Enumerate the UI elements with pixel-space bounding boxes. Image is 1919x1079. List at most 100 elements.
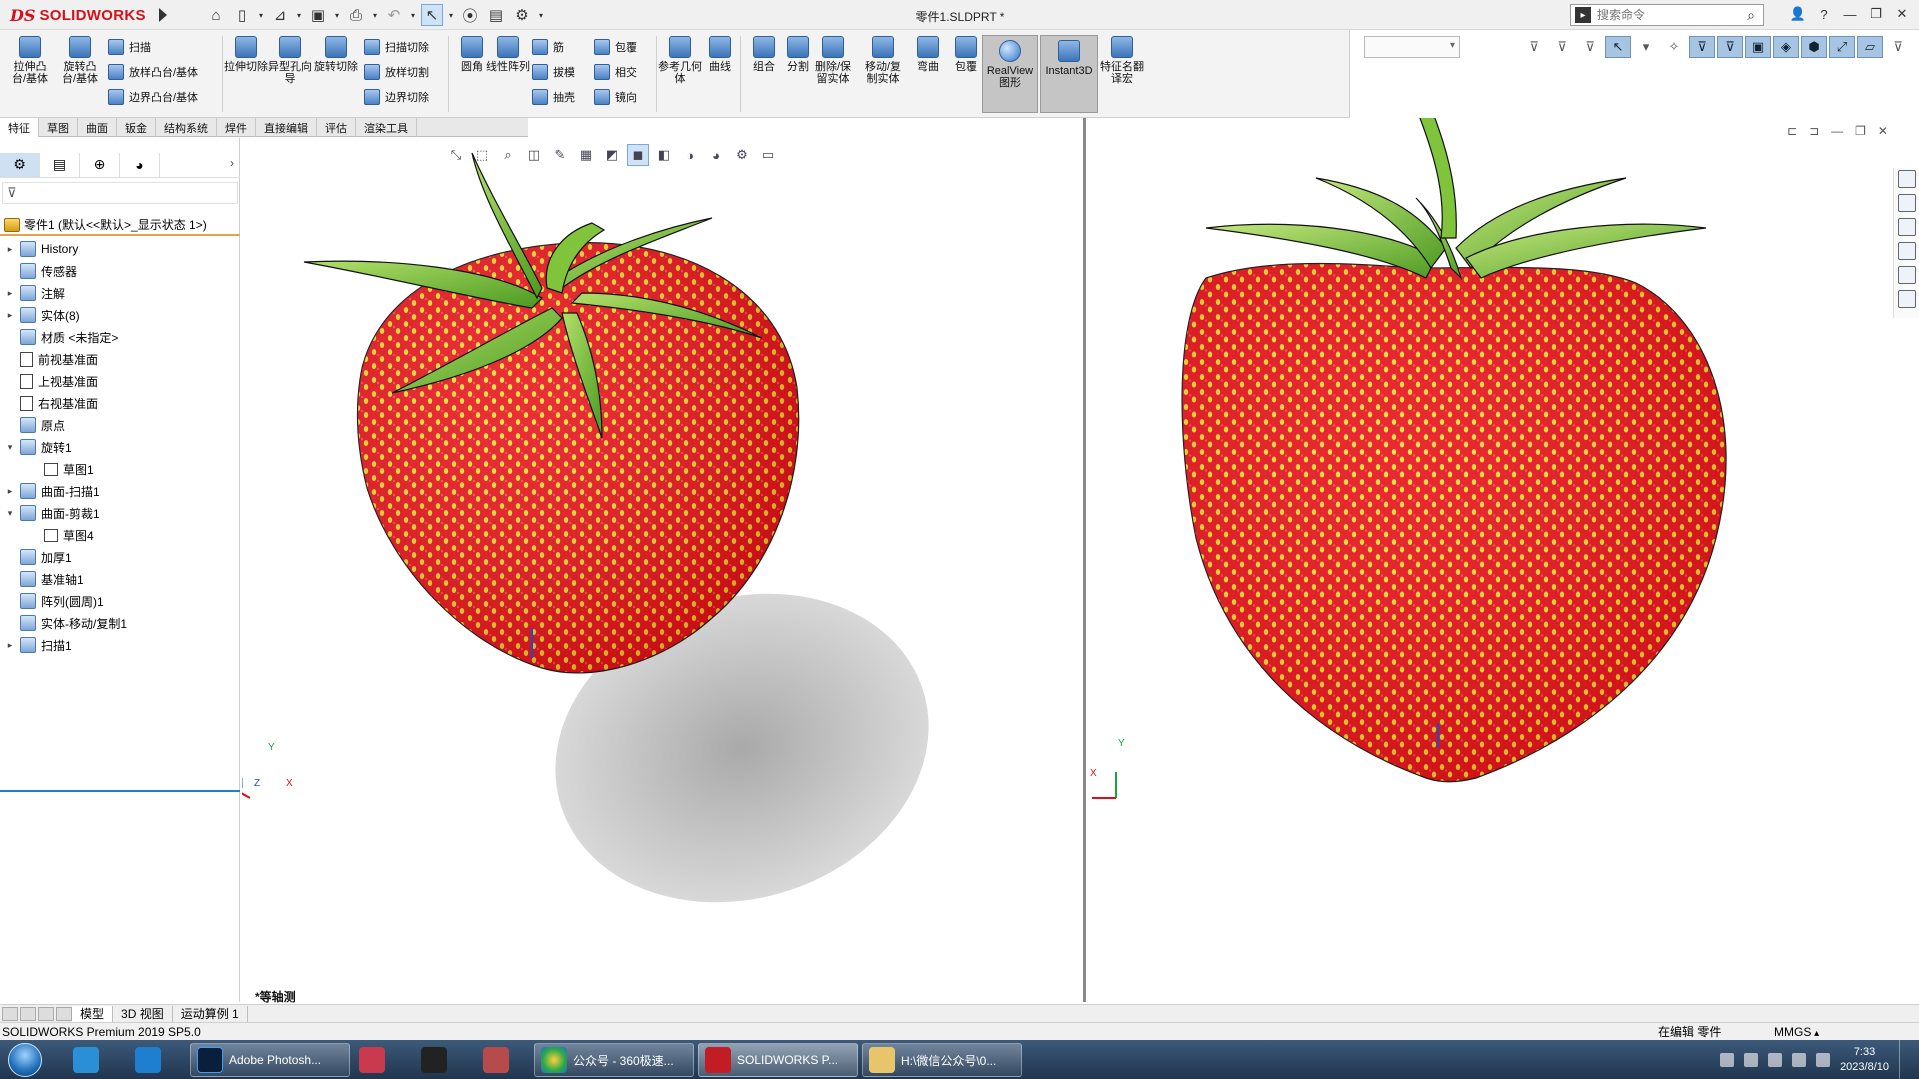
lofted-cut-button[interactable]: 放样切割	[364, 61, 429, 83]
tab-render-tools[interactable]: 渲染工具	[356, 118, 417, 137]
start-button[interactable]	[4, 1042, 46, 1077]
collapse-icon[interactable]: ▾	[4, 508, 16, 519]
revolve-boss-button[interactable]: 旋转凸台/基体	[58, 36, 102, 85]
rebuild-traffic-light-icon[interactable]: ⦿	[459, 4, 481, 26]
tree-item-sensors[interactable]: 传感器	[0, 260, 240, 282]
viewport-next-icon[interactable]: ⊐	[1809, 124, 1819, 138]
print-icon[interactable]: ⎙	[345, 4, 367, 26]
filter-more-icon[interactable]: ⊽	[1885, 36, 1911, 58]
search-commands-box[interactable]: ▸ ⌕	[1570, 4, 1764, 26]
new-dropdown-icon[interactable]: ▾	[257, 4, 265, 26]
filter-highlight-icon[interactable]: ⊽	[1577, 36, 1603, 58]
tree-item-sketch1[interactable]: 草图1	[0, 458, 240, 480]
tree-item-circular-pattern1[interactable]: 阵列(圆周)1	[0, 590, 240, 612]
viewport-restore-icon[interactable]: ❐	[1855, 124, 1866, 138]
filter-icon[interactable]: ⊽	[1521, 36, 1547, 58]
zoom-to-area-icon[interactable]: ⬚	[471, 144, 493, 166]
part-root-node[interactable]: 零件1 (默认<<默认>_显示状态 1>)	[4, 216, 207, 233]
wrap-button[interactable]: 包覆	[594, 36, 637, 58]
tray-expand-icon[interactable]	[1744, 1052, 1759, 1067]
taskbar-pinned-app-3[interactable]	[470, 1043, 522, 1077]
tab-features[interactable]: 特征	[0, 118, 39, 137]
design-library-icon[interactable]	[1897, 194, 1916, 212]
tree-item-axis1[interactable]: 基准轴1	[0, 568, 240, 590]
collapse-icon[interactable]: ▾	[4, 442, 16, 453]
viewport-close-icon[interactable]: ✕	[1878, 124, 1888, 138]
tab-sheet-metal[interactable]: 钣金	[117, 118, 156, 137]
select-dropdown-icon[interactable]: ▾	[447, 4, 455, 26]
extrude-cut-button[interactable]: 拉伸切除	[224, 36, 268, 73]
taskbar-pinned-app-1[interactable]	[60, 1043, 112, 1077]
tree-item-right-plane[interactable]: 右视基准面	[0, 392, 240, 414]
tab-3d-views[interactable]: 3D 视图	[113, 1005, 173, 1022]
draft-button[interactable]: 拔模	[532, 61, 575, 83]
instant3d-button[interactable]: Instant3D	[1040, 35, 1098, 113]
solidworks-logo[interactable]: DS SOLIDWORKS	[10, 4, 156, 26]
tree-item-solid-bodies[interactable]: ▸ 实体(8)	[0, 304, 240, 326]
hide-show-items-icon[interactable]: ◧	[653, 144, 675, 166]
magic-select-icon[interactable]: ✧	[1661, 36, 1687, 58]
swept-cut-button[interactable]: 扫描切除	[364, 36, 429, 58]
tab-sketch[interactable]: 草图	[39, 118, 78, 137]
intersect-button[interactable]: 相交	[594, 61, 637, 83]
appearances-icon[interactable]	[1897, 266, 1916, 284]
save-icon[interactable]: ▣	[307, 4, 329, 26]
reference-geometry-button[interactable]: 参考几何体	[658, 36, 702, 85]
tab-direct-editing[interactable]: 直接编辑	[256, 118, 317, 137]
print-dropdown-icon[interactable]: ▾	[371, 4, 379, 26]
shell-button[interactable]: 抽壳	[532, 86, 575, 108]
rib-button[interactable]: 筋	[532, 36, 564, 58]
property-manager-tab-icon[interactable]: ▤	[40, 152, 80, 177]
tab-weldments[interactable]: 焊件	[217, 118, 256, 137]
solidworks-resources-icon[interactable]	[1897, 170, 1916, 188]
hole-wizard-button[interactable]: 异型孔向导	[268, 36, 312, 85]
taskbar-window-browser[interactable]: 公众号 - 360极速...	[534, 1043, 694, 1077]
open-folder-icon[interactable]: ⊿	[269, 4, 291, 26]
show-desktop-button[interactable]	[1899, 1040, 1911, 1079]
tree-item-front-plane[interactable]: 前视基准面	[0, 348, 240, 370]
revolve-cut-button[interactable]: 旋转切除	[314, 36, 358, 73]
tree-item-sketch4[interactable]: 草图4	[0, 524, 240, 546]
select-arrow-icon[interactable]: ↖	[1605, 36, 1631, 58]
graphics-viewport-isometric[interactable]: Y X Z	[213, 138, 1079, 1002]
expand-icon[interactable]: ▸	[4, 288, 16, 299]
unit-system-selector[interactable]: MMGS	[1774, 1025, 1819, 1039]
curves-button[interactable]: 曲线	[698, 36, 742, 73]
tab-nav-first-icon[interactable]	[2, 1006, 18, 1021]
user-account-icon[interactable]: 👤	[1787, 3, 1809, 25]
tab-model[interactable]: 模型	[72, 1005, 114, 1022]
previous-view-icon[interactable]: ⌕	[497, 144, 519, 166]
tree-item-sweep1[interactable]: ▸ 扫描1	[0, 634, 240, 656]
feature-tree-filter[interactable]: ⊽	[2, 182, 238, 204]
feature-tree-tab-icon[interactable]: ⚙	[0, 152, 40, 177]
display-style-icon[interactable]: ◩	[601, 144, 623, 166]
taskbar-pinned-obs[interactable]	[408, 1043, 460, 1077]
feature-translate-button[interactable]: 特征名翻译宏	[1098, 36, 1146, 85]
view-orientation-icon[interactable]: ▦	[575, 144, 597, 166]
sweep-button[interactable]: 扫描	[108, 36, 151, 58]
network-icon[interactable]	[1816, 1052, 1831, 1067]
taskbar-window-photoshop[interactable]: Adobe Photosh...	[190, 1043, 350, 1077]
rollback-bar[interactable]	[0, 790, 240, 792]
filter-axes-icon[interactable]: ⤢	[1829, 36, 1855, 58]
close-icon[interactable]: ✕	[1891, 3, 1913, 25]
system-clock[interactable]: 7:33 2023/8/10	[1840, 1045, 1889, 1075]
home-icon[interactable]: ⌂	[205, 4, 227, 26]
flag-icon[interactable]	[1768, 1052, 1783, 1067]
help-icon[interactable]: ?	[1813, 3, 1835, 25]
tab-structure-system[interactable]: 结构系统	[156, 118, 217, 137]
undo-dropdown-icon[interactable]: ▾	[409, 4, 417, 26]
boundary-cut-button[interactable]: 边界切除	[364, 86, 429, 108]
expand-icon[interactable]: ▸	[4, 640, 16, 651]
file-properties-icon[interactable]: ▤	[485, 4, 507, 26]
move-copy-body-button[interactable]: 移动/复制实体	[860, 36, 906, 85]
filter-toggle-icon[interactable]: ⊽	[1549, 36, 1575, 58]
viewport-minimize-icon[interactable]: —	[1831, 124, 1843, 138]
realview-button[interactable]: RealView 图形	[982, 35, 1038, 113]
volume-icon[interactable]	[1792, 1052, 1807, 1067]
search-input[interactable]	[1597, 8, 1717, 22]
viewport-prev-icon[interactable]: ⊏	[1787, 124, 1797, 138]
tab-motion-study-1[interactable]: 运动算例 1	[173, 1005, 248, 1022]
delete-keep-body-button[interactable]: 删除/保留实体	[810, 36, 856, 85]
tab-nav-next-icon[interactable]	[38, 1006, 54, 1021]
